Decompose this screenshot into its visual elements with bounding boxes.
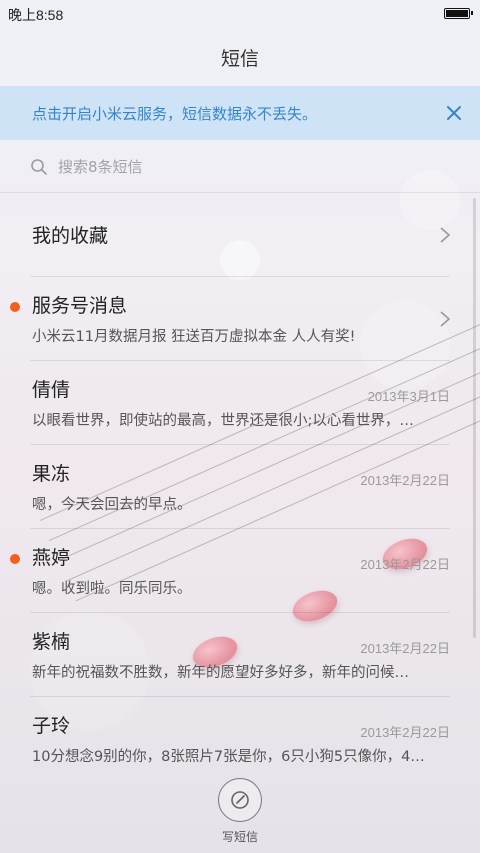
conversation-name: 燕婷 (32, 547, 71, 569)
unread-dot (10, 554, 20, 564)
close-icon[interactable] (442, 101, 466, 125)
conversation-row[interactable]: 燕婷 2013年2月22日 嗯。收到啦。同乐同乐。 (10, 529, 450, 613)
battery-icon (444, 8, 473, 19)
conversation-row[interactable]: 倩倩 2013年3月1日 以眼看世界，即使站的最高，世界还是很小;以心看世界，… (30, 361, 450, 445)
conversation-date: 2013年2月22日 (360, 641, 450, 656)
status-time: 晚上8:58 (8, 7, 64, 23)
compose-label: 写短信 (221, 830, 258, 844)
conversation-name: 子玲 (32, 715, 71, 737)
conversation-preview: 小米云11月数据月报 狂送百万虚拟本金 人人有奖! (32, 329, 356, 345)
conversation-preview: 以眼看世界，即使站的最高，世界还是很小;以心看世界，… (32, 413, 414, 429)
conversation-date: 2013年3月1日 (367, 389, 450, 404)
conversation-list: 我的收藏 服务号消息 小米云11月数据月报 狂送百万虚拟本金 人人有奖! 倩倩 … (0, 193, 480, 781)
conversation-name: 果冻 (32, 463, 71, 485)
conversation-date: 2013年2月22日 (360, 473, 450, 488)
search-bar[interactable] (30, 150, 450, 184)
compose-button[interactable]: 写短信 (210, 778, 270, 848)
cloud-service-banner[interactable]: 点击开启小米云服务，短信数据永不丢失。 (0, 86, 480, 140)
scrollbar[interactable] (473, 198, 476, 638)
conversation-preview: 10分想念9别的你，8张照片7张是你，6只小狗5只像你，4… (32, 749, 425, 765)
conversation-date: 2013年2月22日 (360, 557, 450, 572)
chevron-right-icon (438, 310, 452, 328)
chevron-right-icon (438, 226, 452, 244)
search-icon (30, 158, 48, 176)
conversation-date: 2013年2月22日 (360, 725, 450, 740)
conversation-preview: 嗯。收到啦。同乐同乐。 (32, 581, 192, 597)
conversation-name: 倩倩 (32, 379, 71, 401)
conversation-preview: 新年的祝福数不胜数，新年的愿望好多好多，新年的问候… (32, 665, 409, 681)
title-bar: 短信 (0, 28, 480, 86)
favorites-label: 我的收藏 (32, 225, 109, 247)
conversation-row[interactable]: 子玲 2013年2月22日 10分想念9别的你，8张照片7张是你，6只小狗5只像… (30, 697, 450, 781)
conversation-preview: 嗯，今天会回去的早点。 (32, 497, 192, 513)
status-bar: 晚上8:58 (0, 0, 480, 28)
search-input[interactable] (58, 158, 418, 176)
conversation-row[interactable]: 服务号消息 小米云11月数据月报 狂送百万虚拟本金 人人有奖! (10, 277, 452, 361)
unread-dot (10, 302, 20, 312)
page-title: 短信 (220, 47, 259, 70)
conversation-row[interactable]: 紫楠 2013年2月22日 新年的祝福数不胜数，新年的愿望好多好多，新年的问候… (30, 613, 450, 697)
conversation-name: 紫楠 (32, 631, 71, 653)
conversation-row[interactable]: 果冻 2013年2月22日 嗯，今天会回去的早点。 (30, 445, 450, 529)
conversation-name: 服务号消息 (32, 295, 128, 317)
banner-text[interactable]: 点击开启小米云服务，短信数据永不丢失。 (32, 103, 317, 124)
compose-icon[interactable] (218, 778, 262, 822)
favorites-row[interactable]: 我的收藏 (30, 193, 452, 277)
